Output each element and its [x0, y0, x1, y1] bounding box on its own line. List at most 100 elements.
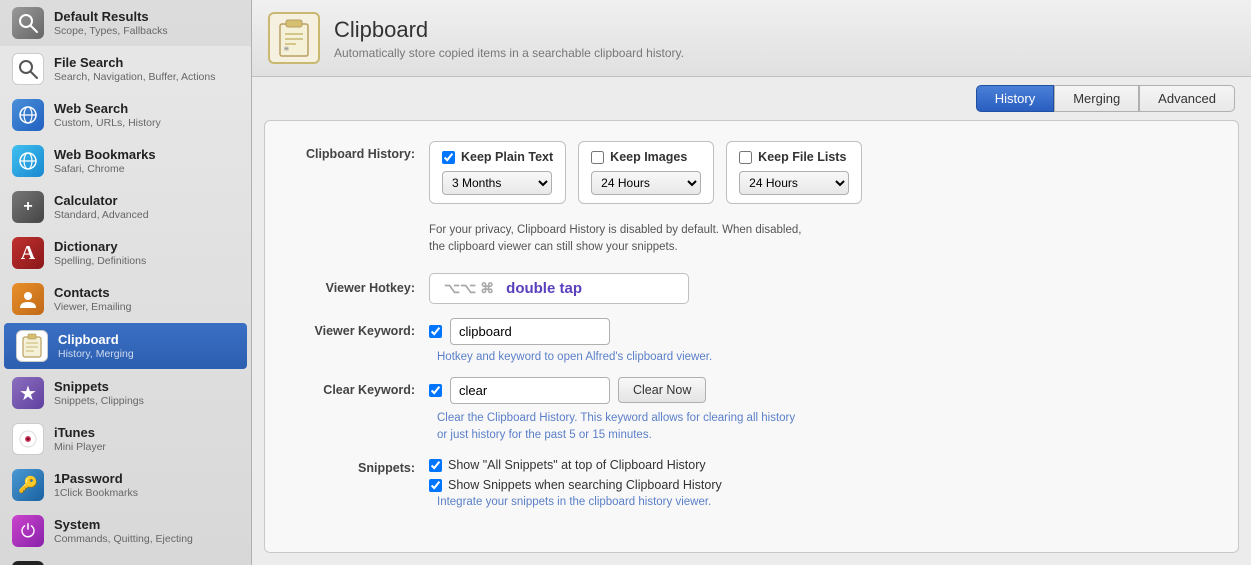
sidebar-item-sub: Scope, Types, Fallbacks [54, 25, 168, 37]
svg-text:≡: ≡ [284, 44, 289, 53]
snippets-row: Snippets: Show "All Snippets" at top of … [289, 458, 1214, 492]
sidebar-item-web-search[interactable]: Web SearchCustom, URLs, History [0, 92, 251, 138]
clear-keyword-input[interactable] [450, 377, 610, 404]
viewer-keyword-input[interactable] [450, 318, 610, 345]
privacy-note: For your privacy, Clipboard History is d… [429, 222, 809, 257]
clear-now-button[interactable]: Clear Now [618, 377, 706, 403]
sidebar-item-sub: Custom, URLs, History [54, 117, 161, 129]
clear-keyword-checkbox[interactable] [429, 384, 442, 397]
sidebar-item-sub: Viewer, Emailing [54, 301, 131, 313]
clear-note: Clear the Clipboard History. This keywor… [437, 410, 797, 445]
snippet-label-show-all-snippets: Show "All Snippets" at top of Clipboard … [448, 458, 706, 472]
sidebar-item-large-type[interactable]: LLarge TypeDisplay, Font [0, 554, 251, 565]
sidebar-icon-1password: 🔑 [12, 469, 44, 501]
sidebar-item-clipboard[interactable]: ClipboardHistory, Merging [4, 323, 247, 369]
viewer-keyword-checkbox[interactable] [429, 325, 442, 338]
sidebar-item-name: Default Results [54, 9, 168, 24]
snippets-label: Snippets: [289, 458, 429, 475]
sidebar-item-1password[interactable]: 🔑 1Password1Click Bookmarks [0, 462, 251, 508]
sidebar-item-sub: Commands, Quitting, Ejecting [54, 533, 193, 545]
duration-select-file-lists[interactable]: 1 Hour4 Hours12 Hours24 Hours48 Hours1 W… [739, 171, 849, 195]
sidebar-item-sub: Snippets, Clippings [54, 395, 144, 407]
tab-bar: HistoryMergingAdvanced [252, 77, 1251, 112]
snippet-checkbox-show-all-snippets[interactable] [429, 459, 442, 472]
sidebar-item-sub: History, Merging [58, 348, 134, 360]
clipboard-history-row: Clipboard History: Keep Plain Text 1 Hour… [289, 141, 1214, 204]
snippet-row-show-all-snippets: Show "All Snippets" at top of Clipboard … [429, 458, 722, 472]
sidebar-item-name: Web Bookmarks [54, 147, 156, 162]
duration-select-images[interactable]: 1 Hour4 Hours12 Hours24 Hours48 Hours1 W… [591, 171, 701, 195]
sidebar-item-sub: Spelling, Definitions [54, 255, 146, 267]
sidebar-icon-system: ⏻ [12, 515, 44, 547]
option-box-file-lists: Keep File Lists 1 Hour4 Hours12 Hours24 H… [726, 141, 862, 204]
header-title: Clipboard [334, 17, 684, 43]
main-content: ≡ Clipboard Automatically store copied i… [252, 0, 1251, 565]
sidebar-item-name: Web Search [54, 101, 161, 116]
duration-select-plain-text[interactable]: 1 Hour4 Hours12 Hours24 Hours48 Hours1 W… [442, 171, 552, 195]
snippet-checkbox-show-snippets-searching[interactable] [429, 479, 442, 492]
sidebar-icon-web-bookmarks [12, 145, 44, 177]
tab-history[interactable]: History [976, 85, 1054, 112]
sidebar-item-file-search[interactable]: File SearchSearch, Navigation, Buffer, A… [0, 46, 251, 92]
sidebar-item-calculator[interactable]: + CalculatorStandard, Advanced [0, 184, 251, 230]
snippet-label-show-snippets-searching: Show Snippets when searching Clipboard H… [448, 478, 722, 492]
content-panel: Clipboard History: Keep Plain Text 1 Hour… [264, 120, 1239, 553]
clipboard-history-label: Clipboard History: [289, 141, 429, 161]
sidebar-item-sub: Search, Navigation, Buffer, Actions [54, 71, 215, 83]
viewer-keyword-label: Viewer Keyword: [289, 324, 429, 338]
sidebar-item-sub: 1Click Bookmarks [54, 487, 138, 499]
sidebar-item-default-results[interactable]: Default ResultsScope, Types, Fallbacks [0, 0, 251, 46]
sidebar-item-sub: Safari, Chrome [54, 163, 156, 175]
snippets-note: Integrate your snippets in the clipboard… [437, 496, 1214, 508]
sidebar-icon-calculator: + [12, 191, 44, 223]
checkbox-images[interactable] [591, 151, 604, 164]
sidebar-item-dictionary[interactable]: A DictionarySpelling, Definitions [0, 230, 251, 276]
viewer-keyword-row: Viewer Keyword: [289, 318, 1214, 345]
sidebar-item-sub: Mini Player [54, 441, 106, 453]
tab-merging[interactable]: Merging [1054, 85, 1139, 112]
sidebar: Default ResultsScope, Types, FallbacksFi… [0, 0, 252, 565]
label-plain-text: Keep Plain Text [461, 150, 553, 164]
header-icon: ≡ [268, 12, 320, 64]
tab-advanced[interactable]: Advanced [1139, 85, 1235, 112]
viewer-hotkey-label: Viewer Hotkey: [289, 281, 429, 295]
sidebar-item-snippets[interactable]: ★ SnippetsSnippets, Clippings [0, 370, 251, 416]
option-box-images: Keep Images 1 Hour4 Hours12 Hours24 Hours… [578, 141, 714, 204]
sidebar-item-name: Calculator [54, 193, 149, 208]
label-images: Keep Images [610, 150, 687, 164]
option-box-plain-text: Keep Plain Text 1 Hour4 Hours12 Hours24 H… [429, 141, 566, 204]
snippet-row-show-snippets-searching: Show Snippets when searching Clipboard H… [429, 478, 722, 492]
viewer-keyword-inputs [429, 318, 610, 345]
sidebar-item-sub: Standard, Advanced [54, 209, 149, 221]
hotkey-text: double tap [506, 280, 582, 297]
hotkey-arrows: ⌥⌥ ⌘ [444, 280, 494, 297]
sidebar-item-itunes[interactable]: iTunesMini Player [0, 416, 251, 462]
clear-keyword-inputs: Clear Now [429, 377, 706, 404]
sidebar-icon-clipboard [16, 330, 48, 362]
header-subtitle: Automatically store copied items in a se… [334, 46, 684, 60]
label-file-lists: Keep File Lists [758, 150, 846, 164]
sidebar-item-name: File Search [54, 55, 215, 70]
hotkey-display[interactable]: ⌥⌥ ⌘ double tap [429, 273, 689, 304]
clear-keyword-label: Clear Keyword: [289, 383, 429, 397]
sidebar-item-contacts[interactable]: ContactsViewer, Emailing [0, 276, 251, 322]
sidebar-item-name: Contacts [54, 285, 131, 300]
history-options: Keep Plain Text 1 Hour4 Hours12 Hours24 H… [429, 141, 862, 204]
checkbox-file-lists[interactable] [739, 151, 752, 164]
checkbox-plain-text[interactable] [442, 151, 455, 164]
header: ≡ Clipboard Automatically store copied i… [252, 0, 1251, 77]
sidebar-item-name: Dictionary [54, 239, 146, 254]
sidebar-icon-web-search [12, 99, 44, 131]
sidebar-icon-snippets: ★ [12, 377, 44, 409]
sidebar-item-name: System [54, 517, 193, 532]
sidebar-item-name: Snippets [54, 379, 144, 394]
clear-keyword-row: Clear Keyword: Clear Now [289, 377, 1214, 404]
sidebar-icon-large-type: L [12, 561, 44, 565]
sidebar-icon-dictionary: A [12, 237, 44, 269]
viewer-keyword-note: Hotkey and keyword to open Alfred's clip… [437, 351, 1214, 363]
sidebar-item-web-bookmarks[interactable]: Web BookmarksSafari, Chrome [0, 138, 251, 184]
sidebar-icon-default-results [12, 7, 44, 39]
viewer-hotkey-row: Viewer Hotkey: ⌥⌥ ⌘ double tap [289, 273, 1214, 304]
sidebar-item-name: 1Password [54, 471, 138, 486]
sidebar-item-system[interactable]: ⏻ SystemCommands, Quitting, Ejecting [0, 508, 251, 554]
